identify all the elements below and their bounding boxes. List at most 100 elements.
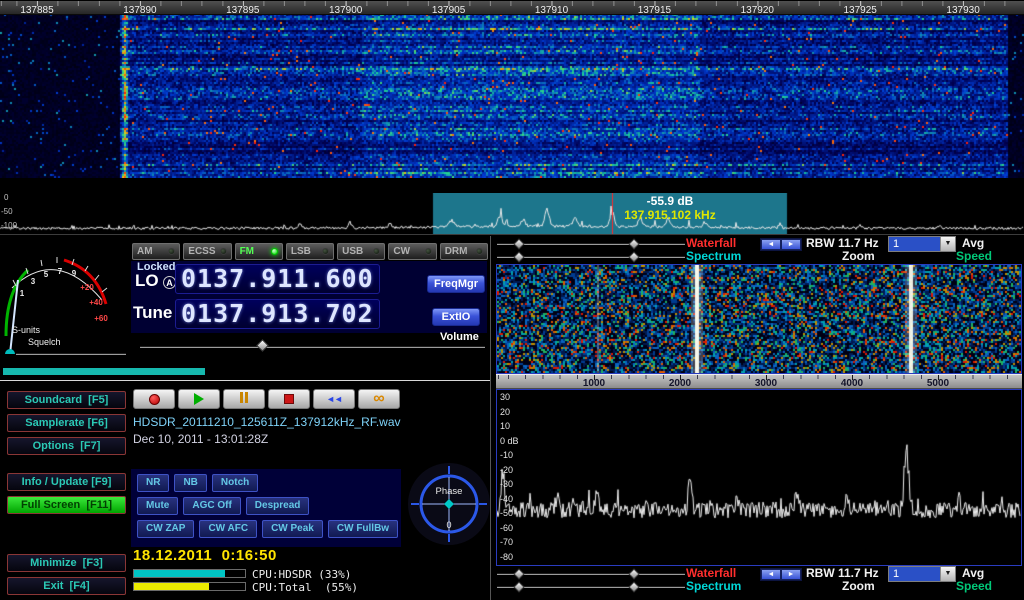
mode-led-icon (425, 248, 432, 255)
audio-frequency-scale[interactable]: 10002000300040005000 (496, 374, 1022, 389)
mode-label: LSB (291, 246, 311, 257)
cpu-total-text: CPU:Total (55%) (252, 581, 358, 594)
smeter-scale-number: 3 (31, 277, 35, 286)
mode-cw-button[interactable]: CW (388, 243, 436, 260)
mode-ecss-button[interactable]: ECSS (183, 243, 231, 260)
rewind-button[interactable]: ◄◄ (313, 389, 355, 409)
scale-label: 4000 (841, 378, 863, 389)
bottom-slider-thumb-3[interactable] (513, 581, 524, 592)
mode-label: DRM (445, 246, 468, 257)
top-avg-label: Avg (962, 236, 984, 250)
bottom-scroll-left-icon[interactable]: ◄ (762, 570, 780, 579)
record-button[interactable] (133, 389, 175, 409)
phase-dial: Phase 0 (407, 462, 491, 546)
top-slider-track-1[interactable] (497, 242, 685, 245)
cw-afc-button[interactable]: CW AFC (199, 520, 257, 538)
lo-frequency-display[interactable]: 0137.911.600 (175, 264, 380, 294)
s-units-label: S-units (12, 325, 40, 335)
nr-button[interactable]: NR (137, 474, 169, 492)
freq-tick-label: 137900 (329, 5, 362, 16)
top-slider-thumb-2[interactable] (628, 238, 639, 249)
bottom-scroll-control[interactable]: ◄► (760, 568, 802, 581)
smeter-scale-number: 5 (44, 270, 48, 279)
top-scroll-right-icon[interactable]: ► (782, 240, 800, 249)
squelch-label: Squelch (28, 337, 61, 347)
display-controls-top: WaterfallSpectrum◄►RBW 11.7 HzZoom1▼AvgS… (490, 236, 1024, 264)
soundcard-button[interactable]: Soundcard [F5] (7, 391, 126, 409)
top-slider-thumb-4[interactable] (628, 251, 639, 262)
volume-slider-thumb[interactable] (256, 339, 269, 352)
play-button[interactable] (178, 389, 220, 409)
bottom-avg-select[interactable]: 1▼ (888, 566, 956, 582)
stop-button[interactable] (268, 389, 310, 409)
bottom-slider-track-2[interactable] (497, 585, 685, 588)
cw-fullbw-button[interactable]: CW FullBw (328, 520, 398, 538)
top-slider-thumb-1[interactable] (513, 238, 524, 249)
top-avg-select-value[interactable]: 1 (889, 237, 940, 251)
mode-led-icon (476, 248, 483, 255)
loop-button[interactable]: ∞ (358, 389, 400, 409)
full-screen-button[interactable]: Full Screen [F11] (7, 496, 126, 514)
mode-fm-button[interactable]: FM (235, 243, 283, 260)
mute-button[interactable]: Mute (137, 497, 178, 515)
mode-usb-button[interactable]: USB (337, 243, 385, 260)
top-dropdown-icon[interactable]: ▼ (940, 237, 955, 251)
bottom-rbw-label: RBW 11.7 Hz (806, 566, 879, 580)
top-avg-select[interactable]: 1▼ (888, 236, 956, 252)
squelch-thumb[interactable] (5, 349, 15, 354)
freqmgr-button[interactable]: FreqMgr (427, 275, 485, 293)
pause-button[interactable] (223, 389, 265, 409)
nb-button[interactable]: NB (174, 474, 206, 492)
strip-db-label: 0 (4, 193, 8, 202)
overview-spectrum-display[interactable] (0, 193, 1024, 235)
bottom-slider-thumb-1[interactable] (513, 568, 524, 579)
separator (0, 234, 1024, 235)
bottom-avg-label: Avg (962, 566, 984, 580)
squelch-slider[interactable] (16, 352, 126, 355)
frequency-readout: 137.915.102 kHz (600, 208, 740, 222)
minimize-button[interactable]: Minimize [F3] (7, 554, 126, 572)
smeter-scale-number-plus: +40 (89, 298, 103, 307)
dsp-row: NR NB Notch (137, 474, 401, 492)
bottom-slider-thumb-2[interactable] (628, 568, 639, 579)
smeter-scale-number-plus: +60 (94, 314, 108, 323)
audio-waterfall-display[interactable] (497, 265, 1021, 373)
bottom-scroll-right-icon[interactable]: ► (782, 570, 800, 579)
top-slider-thumb-3[interactable] (513, 251, 524, 262)
freq-tick-label: 137915 (638, 5, 671, 16)
exit-button[interactable]: Exit [F4] (7, 577, 126, 595)
wav-filename: HDSDR_20111210_125611Z_137912kHz_RF.wav (133, 415, 401, 429)
freq-tick-label: 137930 (946, 5, 979, 16)
audio-spectrum-display[interactable] (497, 390, 1021, 565)
mode-label: CW (393, 246, 410, 257)
mode-drm-button[interactable]: DRM (440, 243, 488, 260)
mode-lsb-button[interactable]: LSB (286, 243, 334, 260)
bottom-slider-track-1[interactable] (497, 572, 685, 575)
options-button[interactable]: Options [F7] (7, 437, 126, 455)
top-scroll-control[interactable]: ◄► (760, 238, 802, 251)
db-scale-label: 10 (500, 421, 510, 431)
db-readout: -55.9 dB (600, 194, 740, 208)
mode-am-button[interactable]: AM (132, 243, 180, 260)
mode-label: AM (137, 246, 153, 257)
extio-button[interactable]: ExtIO (432, 308, 480, 326)
notch-button[interactable]: Notch (212, 474, 258, 492)
bottom-slider-thumb-4[interactable] (628, 581, 639, 592)
cw-zap-button[interactable]: CW ZAP (137, 520, 194, 538)
agc-off-button[interactable]: AGC Off (183, 497, 240, 515)
despread-button[interactable]: Despread (246, 497, 310, 515)
frequency-ruler[interactable]: 1378851378901378951379001379051379101379… (0, 0, 1024, 15)
cw-peak-button[interactable]: CW Peak (262, 520, 323, 538)
volume-slider[interactable] (140, 345, 485, 348)
bottom-avg-select-value[interactable]: 1 (889, 567, 940, 581)
audio-waterfall-panel (496, 264, 1022, 374)
mode-led-icon (271, 248, 278, 255)
main-waterfall-display[interactable] (0, 0, 1024, 178)
top-scroll-left-icon[interactable]: ◄ (762, 240, 780, 249)
tune-frequency-display[interactable]: 0137.913.702 (175, 299, 380, 329)
top-slider-track-2[interactable] (497, 255, 685, 258)
top-waterfall-label: Waterfall (686, 236, 736, 250)
info-update-button[interactable]: Info / Update [F9] (7, 473, 126, 491)
samplerate-button[interactable]: Samplerate [F6] (7, 414, 126, 432)
bottom-dropdown-icon[interactable]: ▼ (940, 567, 955, 581)
